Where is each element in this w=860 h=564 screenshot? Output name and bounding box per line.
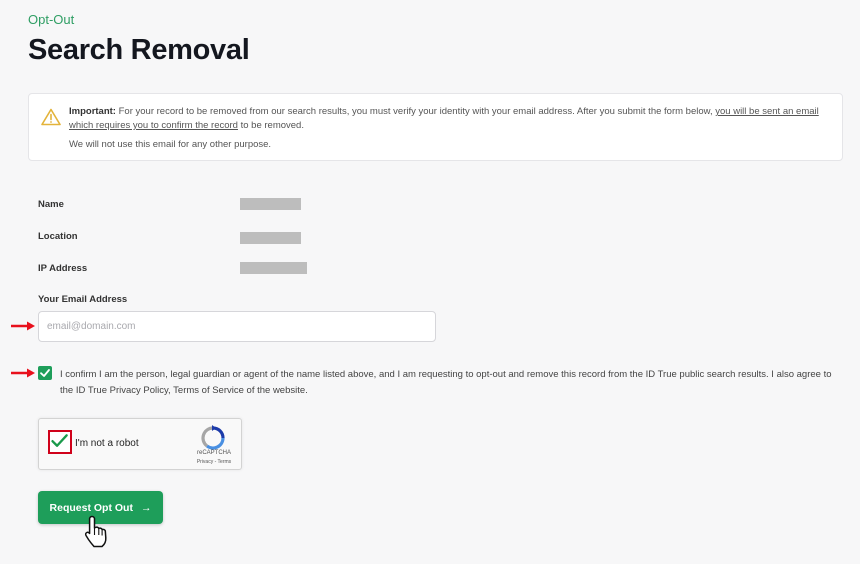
page-eyebrow: Opt-Out: [28, 12, 75, 27]
name-value-redacted: [240, 198, 301, 210]
recaptcha-terms-link[interactable]: Privacy - Terms: [191, 459, 237, 465]
confirm-text: I confirm I am the person, legal guardia…: [60, 369, 832, 396]
ip-address-label: IP Address: [38, 263, 88, 274]
notice-important-label: Important:: [69, 106, 116, 117]
recaptcha-logo-icon: [201, 425, 225, 450]
checkmark-icon: [51, 434, 68, 447]
important-notice: Important: For your record to be removed…: [28, 93, 843, 161]
arrow-right-icon: →: [140, 501, 152, 514]
ip-address-value-redacted: [240, 262, 307, 274]
checkmark-icon: [40, 369, 50, 377]
warning-icon: [41, 108, 61, 126]
recaptcha-widget: I'm not a robot reCAPTCHA Privacy - Term…: [38, 418, 242, 470]
confirm-checkbox[interactable]: [38, 366, 52, 380]
recaptcha-label: I'm not a robot: [75, 438, 139, 449]
location-value-redacted: [240, 232, 301, 244]
notice-body-2: to be removed.: [237, 120, 304, 131]
location-label: Location: [38, 231, 78, 242]
email-input[interactable]: [38, 311, 436, 342]
recaptcha-checkbox[interactable]: [48, 430, 72, 454]
request-opt-out-label: Request Opt Out: [49, 501, 133, 514]
page-title: Search Removal: [28, 34, 250, 66]
notice-text: Important: For your record to be removed…: [69, 105, 829, 133]
hand-cursor-icon: [84, 515, 107, 548]
notice-secondary-text: We will not use this email for any other…: [69, 139, 272, 150]
email-label: Your Email Address: [38, 294, 128, 305]
red-arrow-icon: [11, 368, 35, 378]
notice-body-1: For your record to be removed from our s…: [115, 106, 716, 117]
red-arrow-icon: [11, 321, 35, 331]
recaptcha-brand: reCAPTCHA: [196, 450, 231, 456]
name-label: Name: [38, 199, 64, 210]
